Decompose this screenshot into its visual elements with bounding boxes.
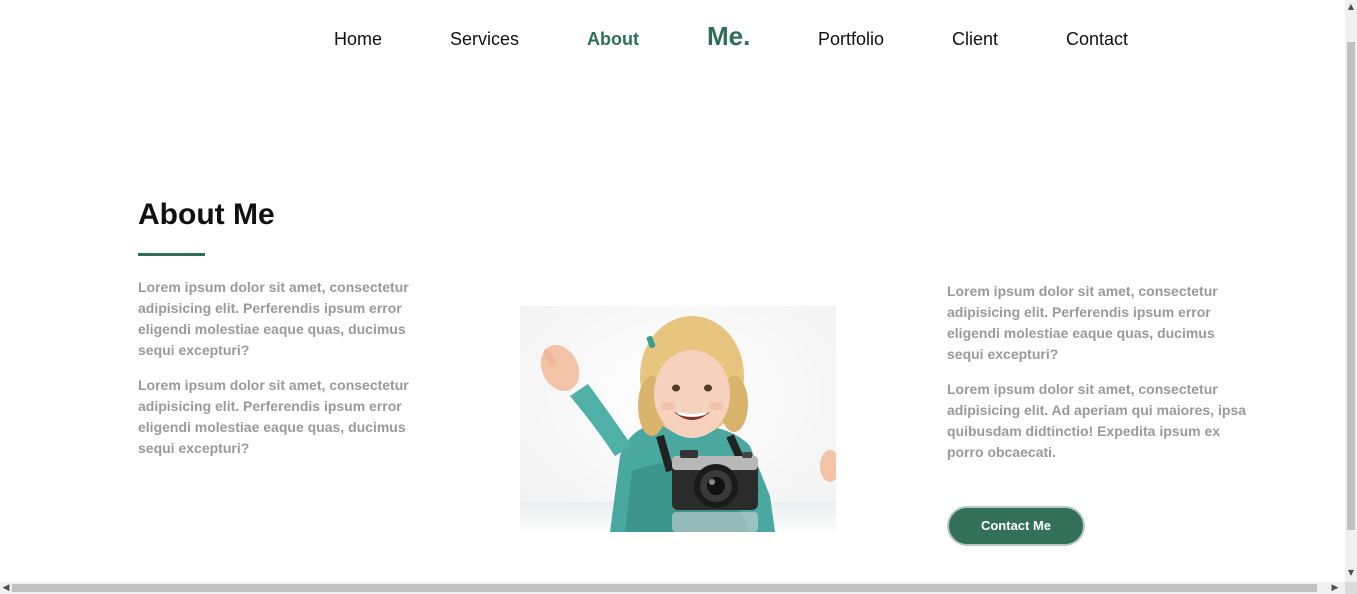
about-left-column: Lorem ipsum dolor sit amet, consectetur … xyxy=(138,277,438,473)
main-nav: Home Services About Me. Portfolio Client… xyxy=(0,0,1345,78)
nav-portfolio[interactable]: Portfolio xyxy=(818,29,884,49)
about-paragraph: Lorem ipsum dolor sit amet, consectetur … xyxy=(947,283,1218,362)
nav-home[interactable]: Home xyxy=(334,29,382,49)
scroll-right-arrow-icon[interactable]: ▶ xyxy=(1329,582,1341,594)
about-right-column: Lorem ipsum dolor sit amet, consectetur … xyxy=(947,281,1247,477)
contact-me-button[interactable]: Contact Me xyxy=(947,506,1085,546)
nav-contact[interactable]: Contact xyxy=(1066,29,1128,49)
nav-client[interactable]: Client xyxy=(952,29,998,49)
scrollbar-corner xyxy=(1345,582,1357,594)
section-title: About Me xyxy=(138,198,275,231)
about-paragraph: Lorem ipsum dolor sit amet, consectetur … xyxy=(947,381,1247,460)
brand-logo[interactable]: Me. xyxy=(707,21,750,51)
title-underline xyxy=(138,253,205,256)
nav-services[interactable]: Services xyxy=(450,29,519,49)
about-paragraph: Lorem ipsum dolor sit amet, consectetur … xyxy=(138,377,409,456)
page-viewport: Home Services About Me. Portfolio Client… xyxy=(0,0,1345,582)
scroll-down-arrow-icon[interactable]: ▼ xyxy=(1345,566,1357,580)
horizontal-scrollbar[interactable]: ◀ ▶ xyxy=(0,582,1345,594)
horizontal-scroll-thumb[interactable] xyxy=(12,584,1317,592)
child-with-camera-photo xyxy=(520,306,836,532)
scroll-left-arrow-icon[interactable]: ◀ xyxy=(0,582,12,594)
vertical-scroll-thumb[interactable] xyxy=(1347,42,1355,530)
nav-about[interactable]: About xyxy=(587,29,639,49)
scroll-up-arrow-icon[interactable]: ▲ xyxy=(1345,0,1357,14)
vertical-scrollbar[interactable]: ▲ ▼ xyxy=(1345,0,1357,582)
about-paragraph: Lorem ipsum dolor sit amet, consectetur … xyxy=(138,279,409,358)
